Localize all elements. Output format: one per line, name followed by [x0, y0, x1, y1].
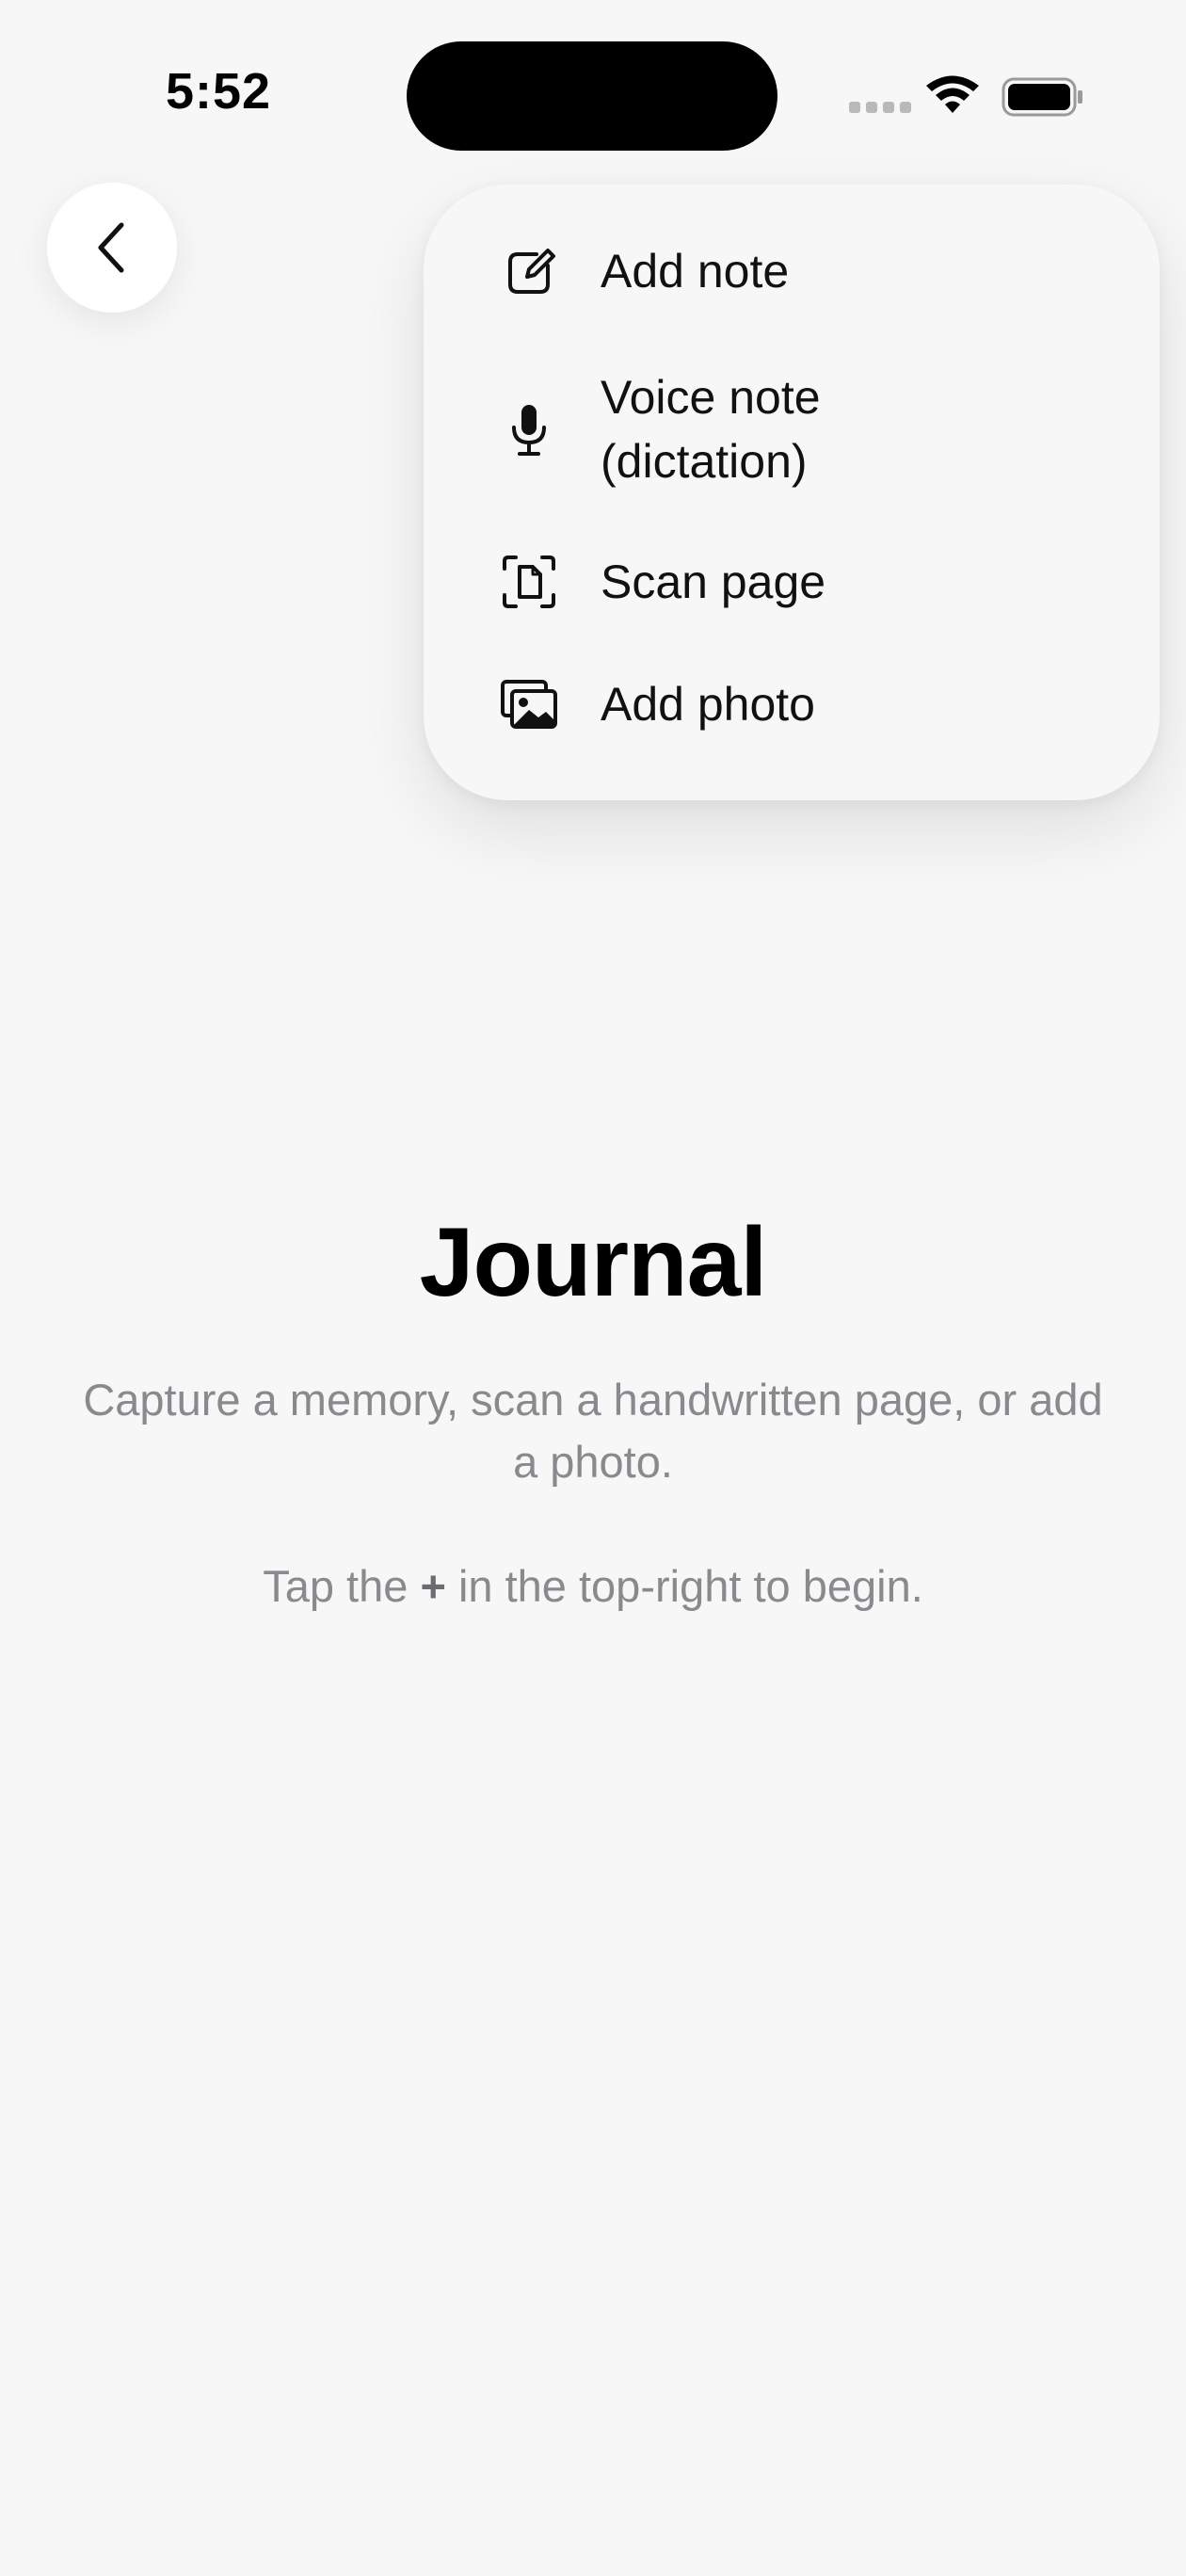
- dynamic-island: [407, 41, 777, 151]
- hint-text-before: Tap the: [263, 1561, 421, 1611]
- document-scan-icon: [495, 548, 563, 616]
- plus-symbol: +: [420, 1561, 446, 1611]
- microphone-icon: [495, 395, 563, 463]
- menu-item-label: Add photo: [601, 678, 815, 731]
- menu-item-voice-note[interactable]: Voice note (dictation): [424, 363, 1160, 495]
- photos-icon: [495, 670, 563, 738]
- menu-item-add-note[interactable]: Add note: [424, 222, 1160, 320]
- status-time: 5:52: [166, 63, 272, 120]
- hint-text-after: in the top-right to begin.: [445, 1561, 923, 1611]
- back-button[interactable]: [47, 183, 177, 313]
- wifi-icon: [926, 75, 979, 113]
- battery-icon: [1002, 77, 1082, 117]
- signal-dots-icon: [849, 102, 911, 113]
- square-pencil-icon: [495, 237, 563, 305]
- menu-item-add-photo[interactable]: Add photo: [424, 655, 1160, 753]
- empty-state-description: Capture a memory, scan a handwritten pag…: [83, 1375, 1103, 1487]
- empty-state-hint: Tap the + in the top-right to begin.: [0, 1555, 1186, 1618]
- menu-item-scan-page[interactable]: Scan page: [424, 533, 1160, 631]
- menu-item-label: Add note: [601, 245, 790, 298]
- chevron-left-icon: [98, 222, 124, 273]
- page-title: Journal: [419, 1208, 768, 1317]
- menu-item-label: Scan page: [601, 555, 826, 608]
- add-menu: Add note Voice note (dictation) Scan pag…: [424, 185, 1160, 800]
- menu-item-label: Voice note (dictation): [601, 371, 821, 488]
